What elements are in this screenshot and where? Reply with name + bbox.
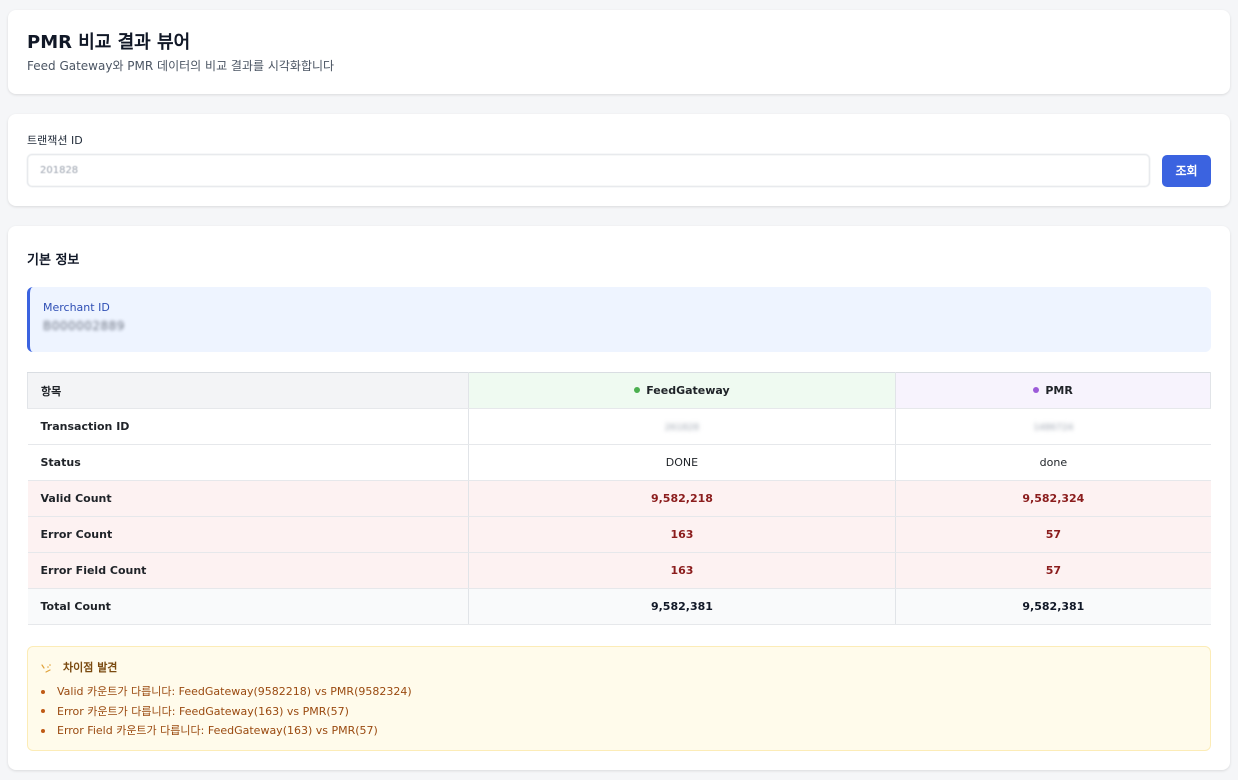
row-pmr-value: done — [895, 444, 1211, 481]
row-pmr-value: 57 — [895, 516, 1211, 553]
header-card: PMR 비교 결과 뷰어 Feed Gateway와 PMR 데이터의 비교 결… — [8, 10, 1230, 94]
row-pmr-value: 9,582,381 — [895, 588, 1211, 625]
page-subtitle: Feed Gateway와 PMR 데이터의 비교 결과를 시각화합니다 — [27, 59, 335, 73]
table-row: Valid Count 9,582,218 9,582,324 — [27, 480, 1211, 517]
section-title: 기본 정보 — [27, 253, 80, 268]
row-label: Error Field Count — [27, 552, 469, 589]
header-item: 항목 — [27, 372, 469, 409]
list-item: Error Field 카운트가 다릅니다: FeedGateway(163) … — [41, 721, 1197, 741]
difference-text: Error Field 카운트가 다릅니다: FeedGateway(163) … — [57, 724, 378, 737]
row-pmr-value: 1486724 — [895, 408, 1211, 445]
row-label: Transaction ID — [27, 408, 469, 445]
row-label: Total Count — [27, 588, 469, 625]
difference-text: Error 카운트가 다릅니다: FeedGateway(163) vs PMR… — [57, 704, 349, 718]
warning-icon — [41, 664, 51, 673]
table-row: Transaction ID 261828 1486724 — [27, 408, 1211, 445]
row-feedgateway-value: 163 — [468, 552, 897, 589]
row-label: Status — [27, 444, 469, 481]
table-row: Error Count 163 57 — [27, 516, 1211, 553]
search-row: 조회 — [27, 154, 1211, 187]
blurred-value: 261828 — [664, 423, 700, 433]
difference-text: Valid 카운트가 다릅니다: FeedGateway(9582218) vs… — [57, 685, 412, 698]
table-row: Status DONE done — [27, 444, 1211, 481]
feedgateway-dot-icon — [634, 387, 641, 393]
search-card: 트랜잭션 ID 조회 — [8, 114, 1230, 206]
bullet-icon — [41, 709, 45, 714]
row-pmr-value: 9,582,324 — [895, 480, 1211, 517]
page-title: PMR 비교 결과 뷰어 — [27, 32, 191, 53]
table-row: Error Field Count 163 57 — [27, 552, 1211, 589]
row-feedgateway-value: DONE — [468, 444, 897, 481]
comparison-table: 항목 FeedGateway PMR Transaction ID 261828… — [27, 372, 1211, 625]
table-header-row: 항목 FeedGateway PMR — [27, 372, 1211, 409]
row-feedgateway-value: 9,582,218 — [468, 480, 897, 517]
transaction-id-input[interactable] — [27, 154, 1150, 187]
header-pmr-label: PMR — [1045, 384, 1073, 397]
row-feedgateway-value: 261828 — [468, 408, 897, 445]
pmr-dot-icon — [1033, 387, 1040, 393]
basic-info-card: 기본 정보 Merchant ID B000002889 항목 FeedGate… — [8, 226, 1230, 770]
row-label: Error Count — [27, 516, 469, 553]
list-item: Valid 카운트가 다릅니다: FeedGateway(9582218) vs… — [41, 682, 1197, 702]
list-item: Error 카운트가 다릅니다: FeedGateway(163) vs PMR… — [41, 702, 1197, 722]
differences-title: 차이점 발견 — [63, 661, 118, 674]
header-pmr: PMR — [895, 372, 1211, 409]
merchant-id-label: Merchant ID — [43, 301, 110, 314]
row-label: Valid Count — [27, 480, 469, 517]
table-row: Total Count 9,582,381 9,582,381 — [27, 588, 1211, 625]
row-feedgateway-value: 9,582,381 — [468, 588, 897, 625]
differences-box: 차이점 발견 Valid 카운트가 다릅니다: FeedGateway(9582… — [27, 646, 1211, 751]
bullet-icon — [41, 728, 45, 733]
row-feedgateway-value: 163 — [468, 516, 897, 553]
bullet-icon — [41, 689, 45, 694]
row-pmr-value: 57 — [895, 552, 1211, 589]
differences-list: Valid 카운트가 다릅니다: FeedGateway(9582218) vs… — [41, 682, 1197, 741]
blurred-value: 1486724 — [1033, 423, 1074, 433]
header-feedgateway: FeedGateway — [468, 372, 897, 409]
differences-header: 차이점 발견 — [41, 659, 1197, 675]
merchant-id-value: B000002889 — [43, 319, 125, 333]
query-button[interactable]: 조회 — [1162, 154, 1211, 187]
header-feedgateway-label: FeedGateway — [646, 384, 730, 397]
transaction-id-label: 트랜잭션 ID — [27, 134, 83, 147]
merchant-id-box: Merchant ID B000002889 — [27, 287, 1211, 352]
